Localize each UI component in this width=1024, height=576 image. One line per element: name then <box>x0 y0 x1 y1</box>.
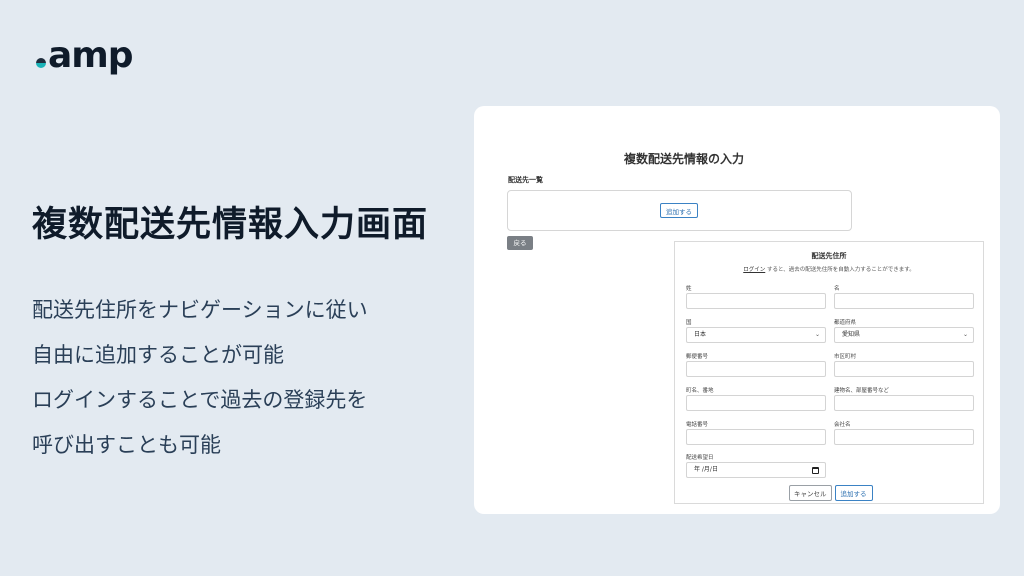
add-address-button[interactable]: 追加する <box>834 485 873 501</box>
town-field: 町名、番地 <box>686 386 826 411</box>
login-note-text: すると、過去の配送先住所を自動入力することができます。 <box>767 267 915 273</box>
chevron-down-icon: ⌄ <box>962 331 968 338</box>
first-name-field: 名 <box>834 284 974 309</box>
panel-actions: キャンセル 追加する <box>789 485 873 501</box>
form-title: 複数配送先情報の入力 <box>623 152 744 166</box>
description-line: ログインすることで過去の登録先を <box>32 388 368 412</box>
field-label: 郵便番号 <box>686 354 709 360</box>
company-input[interactable] <box>834 429 974 445</box>
address-list-box: 追加する <box>507 190 852 231</box>
description-line: 呼び出すことも可能 <box>32 433 221 457</box>
building-field: 建物名、部屋番号など <box>834 386 974 411</box>
address-list-label: 配送先一覧 <box>508 176 543 184</box>
city-input[interactable] <box>834 361 974 377</box>
field-label: 名 <box>834 286 840 292</box>
calendar-icon[interactable] <box>812 467 819 474</box>
field-label: 町名、番地 <box>686 388 714 394</box>
cancel-button[interactable]: キャンセル <box>789 485 832 501</box>
delivery-date-field: 配送希望日 年 /月/日 <box>686 453 826 478</box>
panel-title: 配送先住所 <box>811 252 847 260</box>
login-note: ログイン すると、過去の配送先住所を自動入力することができます。 <box>675 265 983 273</box>
country-select[interactable]: 日本 ⌄ <box>686 327 826 343</box>
field-label: 姓 <box>686 286 692 292</box>
country-value: 日本 <box>694 331 707 338</box>
screenshot-card: 複数配送先情報の入力 配送先一覧 追加する 戻る 配送先住所 ログイン すると、… <box>474 106 1000 514</box>
date-placeholder: 年 /月/日 <box>694 466 718 473</box>
page-headline: 複数配送先情報入力画面 <box>32 205 429 245</box>
last-name-input[interactable] <box>686 293 826 309</box>
logo-dot-icon <box>36 58 46 68</box>
field-label: 配送希望日 <box>686 455 714 461</box>
company-field: 会社名 <box>834 420 974 445</box>
town-input[interactable] <box>686 395 826 411</box>
city-field: 市区町村 <box>834 352 974 377</box>
prefecture-value: 愛知県 <box>842 331 861 338</box>
feature-description: 配送先住所をナビゲーションに従い 自由に追加することが可能 ログインすることで過… <box>32 288 368 468</box>
description-line: 自由に追加することが可能 <box>32 343 284 367</box>
amp-logo: amp <box>36 35 134 76</box>
description-line: 配送先住所をナビゲーションに従い <box>32 298 368 322</box>
chevron-down-icon: ⌄ <box>814 331 820 338</box>
field-label: 電話番号 <box>686 422 709 428</box>
phone-field: 電話番号 <box>686 420 826 445</box>
field-label: 建物名、部屋番号など <box>834 388 890 394</box>
delivery-date-input[interactable]: 年 /月/日 <box>686 462 826 478</box>
phone-input[interactable] <box>686 429 826 445</box>
field-label: 会社名 <box>834 422 851 428</box>
list-add-button[interactable]: 追加する <box>660 203 698 218</box>
prefecture-field: 都道府県 愛知県 ⌄ <box>834 318 974 343</box>
shipping-address-panel: 配送先住所 ログイン すると、過去の配送先住所を自動入力することができます。 姓… <box>674 241 984 504</box>
postal-code-input[interactable] <box>686 361 826 377</box>
country-field: 国 日本 ⌄ <box>686 318 826 343</box>
postal-code-field: 郵便番号 <box>686 352 826 377</box>
building-input[interactable] <box>834 395 974 411</box>
logo-text: amp <box>48 35 134 76</box>
last-name-field: 姓 <box>686 284 826 309</box>
field-label: 国 <box>686 320 692 326</box>
field-label: 市区町村 <box>834 354 857 360</box>
field-label: 都道府県 <box>834 320 857 326</box>
first-name-input[interactable] <box>834 293 974 309</box>
prefecture-select[interactable]: 愛知県 ⌄ <box>834 327 974 343</box>
back-button[interactable]: 戻る <box>507 236 533 250</box>
login-link[interactable]: ログイン <box>743 267 765 273</box>
